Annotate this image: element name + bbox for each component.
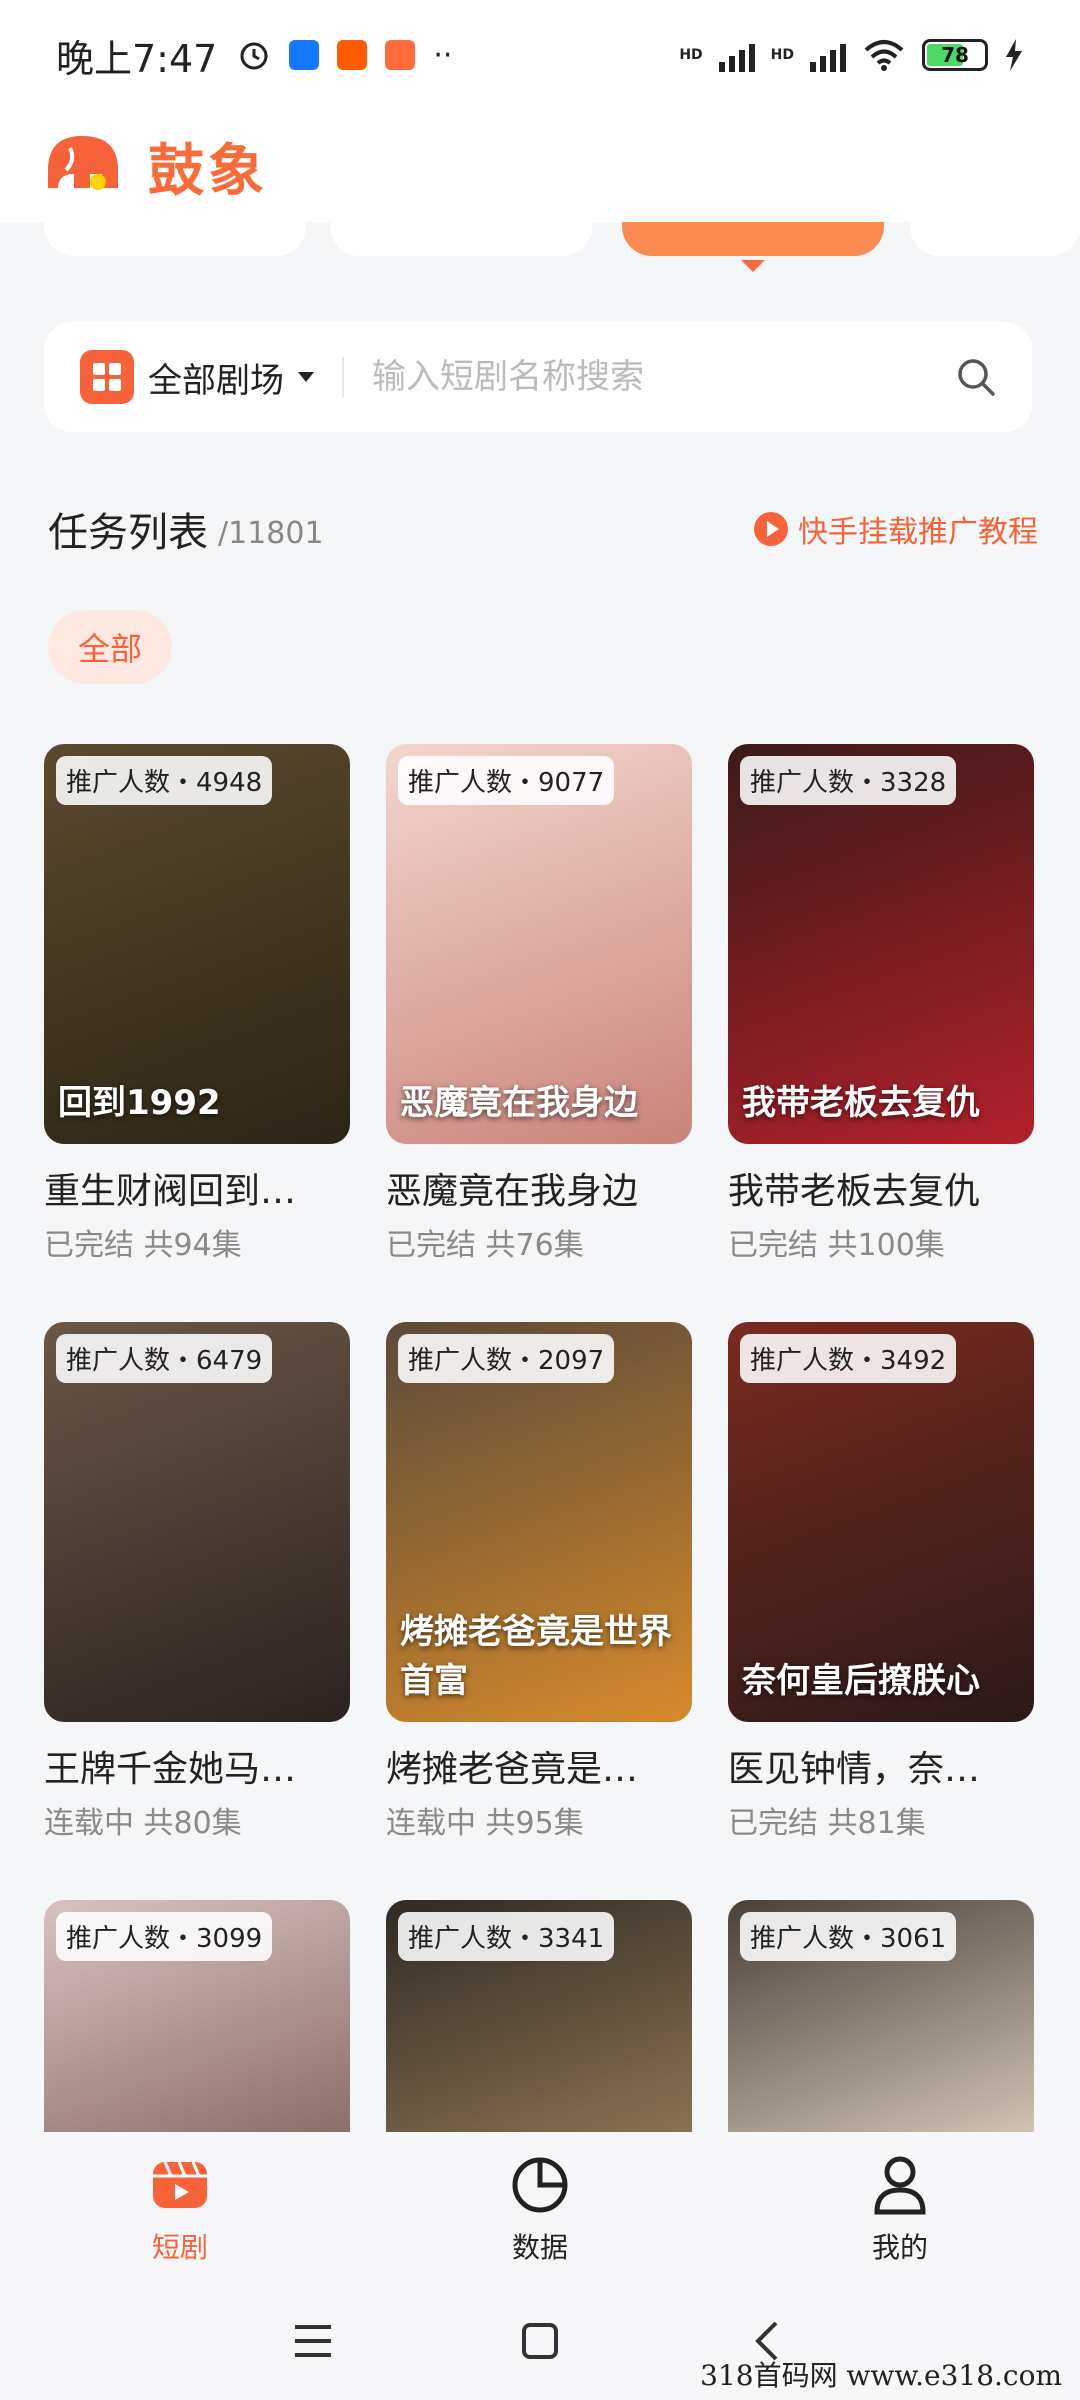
taobao-icon bbox=[337, 40, 368, 70]
drama-card[interactable]: 推广人数・2097 烤摊老爸竟是世界首富烤摊老爸竟是… 连载中 共95集 bbox=[386, 1322, 692, 1842]
signal-icon-2 bbox=[810, 38, 846, 72]
status-bar: 晚上7:47 ·· HD HD 78 bbox=[0, 0, 1080, 110]
user-icon bbox=[874, 2156, 926, 2215]
promoter-count-badge: 推广人数・3328 bbox=[740, 756, 957, 805]
task-list-header: 任务列表 /11801 快手挂载推广教程 bbox=[48, 494, 1038, 564]
poster-title-art: 恶魔竟在我身边 bbox=[400, 1083, 638, 1123]
bottom-nav: 短剧 数据 我的 bbox=[0, 2132, 1080, 2282]
promoter-count-badge: 推广人数・3061 bbox=[740, 1912, 957, 1961]
drama-title: 重生财阀回到… bbox=[44, 1171, 297, 1212]
drama-poster[interactable]: 推广人数・6479 bbox=[44, 1322, 350, 1722]
drama-card[interactable]: 推广人数・6479 王牌千金她马… 连载中 共80集 bbox=[44, 1322, 350, 1842]
network-hd-label-2: HD bbox=[770, 47, 794, 63]
drama-poster[interactable]: 推广人数・2097 烤摊老爸竟是世界首富 bbox=[386, 1322, 692, 1722]
drama-poster[interactable]: 推广人数・3061 bbox=[728, 1900, 1034, 2132]
promoter-count-badge: 推广人数・6479 bbox=[56, 1334, 273, 1383]
charging-icon bbox=[1006, 39, 1022, 71]
nav-label-me: 我的 bbox=[871, 2231, 928, 2264]
banner-tab-2[interactable] bbox=[330, 222, 592, 256]
drama-title: 医见钟情，奈… bbox=[728, 1749, 981, 1790]
home-icon[interactable] bbox=[510, 2311, 570, 2371]
drama-status: 连载中 共95集 bbox=[386, 1806, 584, 1841]
pie-chart-icon bbox=[512, 2157, 568, 2213]
theater-select-label[interactable]: 全部剧场 bbox=[148, 353, 284, 402]
shop-icon bbox=[385, 40, 416, 70]
watermark: 318首码网 www.e318.com bbox=[700, 2359, 1062, 2392]
search-input[interactable] bbox=[372, 357, 956, 397]
drama-title: 烤摊老爸竟是… bbox=[386, 1749, 639, 1790]
drama-title: 王牌千金她马… bbox=[44, 1749, 297, 1790]
nav-item-drama[interactable]: 短剧 bbox=[0, 2132, 360, 2282]
banner-carousel[interactable] bbox=[0, 222, 1080, 282]
network-hd-label-1: HD bbox=[679, 47, 703, 63]
drama-poster[interactable]: 推广人数・3341 bbox=[386, 1900, 692, 2132]
poster-title-art: 烤摊老爸竟是世界首富 bbox=[400, 1612, 672, 1701]
promoter-count-badge: 推广人数・3492 bbox=[740, 1334, 957, 1383]
drama-card[interactable]: 推广人数・4948 回到1992 重生财阀回到… 已完结 共94集 bbox=[44, 744, 350, 1264]
drama-status: 已完结 共81集 bbox=[728, 1806, 926, 1841]
drama-status: 已完结 共100集 bbox=[728, 1228, 945, 1263]
promoter-count-badge: 推广人数・9077 bbox=[398, 756, 615, 805]
chevron-down-icon[interactable] bbox=[298, 372, 314, 382]
theater-grid-icon[interactable] bbox=[80, 350, 134, 404]
nav-item-data[interactable]: 数据 bbox=[360, 2132, 720, 2282]
banner-tab-3[interactable] bbox=[622, 222, 884, 256]
drama-card[interactable]: 推广人数・3328 我带老板去复仇 我带老板去复仇 已完结 共100集 bbox=[728, 744, 1034, 1264]
drama-poster[interactable]: 推广人数・3328 我带老板去复仇 bbox=[728, 744, 1034, 1144]
nav-item-me[interactable]: 我的 bbox=[720, 2132, 1080, 2282]
drama-status: 已完结 共76集 bbox=[386, 1228, 584, 1263]
promoter-count-badge: 推广人数・3341 bbox=[398, 1912, 615, 1961]
promoter-count-badge: 推广人数・4948 bbox=[56, 756, 273, 805]
more-notifications-icon: ·· bbox=[433, 37, 453, 73]
drama-title: 我带老板去复仇 bbox=[728, 1171, 981, 1212]
drama-status: 连载中 共80集 bbox=[44, 1806, 242, 1841]
elephant-logo-icon bbox=[48, 136, 118, 190]
drama-card[interactable]: 推广人数・3492 奈何皇后撩朕心医见钟情，奈… 已完结 共81集 bbox=[728, 1322, 1034, 1842]
search-icon[interactable] bbox=[956, 357, 996, 397]
drama-card[interactable]: 推广人数・3341 bbox=[386, 1900, 692, 2132]
nav-label-data: 数据 bbox=[511, 2231, 568, 2264]
banner-tab-1[interactable] bbox=[44, 222, 306, 256]
wifi-icon bbox=[864, 40, 904, 71]
drama-poster[interactable]: 推广人数・3492 奈何皇后撩朕心 bbox=[728, 1322, 1034, 1722]
task-list-count: /11801 bbox=[218, 515, 324, 551]
banner-pointer-icon bbox=[741, 260, 765, 272]
poster-title-art: 奈何皇后撩朕心 bbox=[742, 1661, 980, 1701]
nav-label-drama: 短剧 bbox=[151, 2231, 208, 2264]
drama-status: 已完结 共94集 bbox=[44, 1228, 242, 1263]
task-list-title: 任务列表 bbox=[48, 510, 208, 556]
alarm-icon bbox=[240, 42, 268, 70]
app-header: 鼓象 bbox=[0, 110, 1080, 222]
promoter-count-badge: 推广人数・3099 bbox=[56, 1912, 273, 1961]
drama-poster[interactable]: 推广人数・3099 bbox=[44, 1900, 350, 2132]
search-bar: 全部剧场 bbox=[44, 322, 1032, 432]
signal-icon bbox=[718, 38, 755, 72]
app-name: 鼓象 bbox=[148, 138, 268, 204]
poster-title-art: 回到1992 bbox=[58, 1083, 221, 1123]
filter-chip-all[interactable]: 全部 bbox=[48, 610, 172, 684]
battery-level: 78 bbox=[941, 43, 969, 67]
poster-title-art: 我带老板去复仇 bbox=[742, 1083, 980, 1123]
alipay-icon bbox=[289, 40, 320, 70]
banner-tab-4[interactable] bbox=[910, 222, 1080, 256]
drama-card[interactable]: 推广人数・3099 bbox=[44, 1900, 350, 2132]
tutorial-label: 快手挂载推广教程 bbox=[798, 515, 1038, 550]
tutorial-link[interactable]: 快手挂载推广教程 bbox=[754, 507, 1038, 551]
menu-icon[interactable] bbox=[283, 2311, 343, 2371]
clapperboard-icon bbox=[153, 2161, 207, 2208]
promoter-count-badge: 推广人数・2097 bbox=[398, 1334, 615, 1383]
drama-card[interactable]: 推广人数・9077 恶魔竟在我身边 恶魔竟在我身边 已完结 共76集 bbox=[386, 744, 692, 1264]
drama-poster[interactable]: 推广人数・4948 回到1992 bbox=[44, 744, 350, 1144]
battery-icon: 78 bbox=[922, 39, 988, 71]
play-icon bbox=[754, 512, 788, 546]
status-time: 晚上7:47 bbox=[56, 36, 218, 81]
notification-icons: ·· bbox=[237, 38, 452, 73]
search-divider bbox=[342, 357, 344, 397]
drama-poster[interactable]: 推广人数・9077 恶魔竟在我身边 bbox=[386, 744, 692, 1144]
drama-card[interactable]: 推广人数・3061 bbox=[728, 1900, 1034, 2132]
drama-title: 恶魔竟在我身边 bbox=[386, 1171, 639, 1212]
